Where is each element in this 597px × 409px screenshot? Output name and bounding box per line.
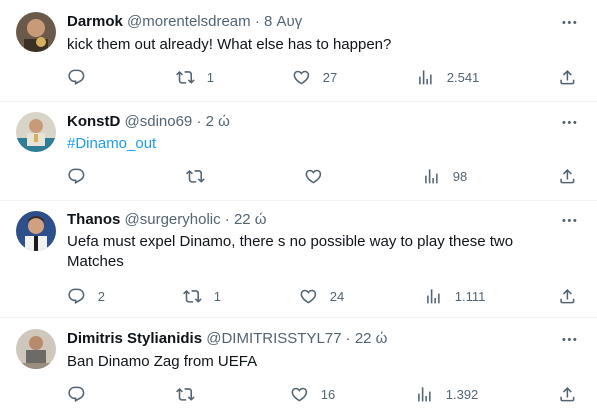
retweet-count: 1 (213, 288, 221, 304)
timestamp[interactable]: 2 ώ (206, 113, 230, 130)
like-count: 24 (329, 288, 345, 304)
views-count: 1.392 (445, 386, 479, 402)
display-name[interactable]: KonstD (67, 113, 120, 130)
reply-button[interactable] (67, 67, 98, 87)
display-name[interactable]: Thanos (67, 211, 120, 228)
retweet-button[interactable]: 1 (183, 286, 221, 306)
tweet-header: Thanos @surgeryholic · 22 ώ (67, 210, 267, 230)
reply-icon (67, 68, 86, 87)
tweet-text: Ban Dinamo Zag from UEFA (67, 353, 258, 370)
views-count: 1.111 (454, 288, 486, 304)
like-count: 27 (322, 69, 338, 85)
tweet[interactable]: Thanos @surgeryholic · 22 ώ Uefa must ex… (0, 201, 597, 318)
share-button[interactable] (558, 286, 577, 306)
reply-icon (67, 385, 86, 404)
tweet[interactable]: Dimitris Stylianidis @DIMITRISSTYL77 · 2… (0, 318, 597, 409)
avatar[interactable] (16, 12, 56, 52)
timestamp[interactable]: 22 ώ (355, 330, 388, 347)
reply-button[interactable] (67, 166, 98, 186)
views-icon (422, 167, 441, 186)
tweet-header: Darmok @morentelsdream · 8 Αυγ (67, 12, 302, 32)
timestamp[interactable]: 8 Αυγ (264, 13, 302, 30)
share-icon (558, 68, 577, 87)
views-count: 2.541 (446, 69, 480, 85)
tweet-text: kick them out already! What else has to … (67, 36, 392, 53)
separator-dot: · (254, 13, 260, 30)
like-icon (299, 287, 318, 306)
more-icon[interactable] (559, 12, 579, 32)
reply-icon (67, 287, 86, 306)
share-button[interactable] (558, 166, 577, 186)
share-button[interactable] (558, 67, 577, 87)
retweet-button[interactable] (176, 384, 207, 404)
views-button[interactable]: 98 (422, 166, 467, 186)
like-button[interactable] (304, 166, 335, 186)
tweet-text: Uefa must expel Dinamo, there s no possi… (67, 233, 514, 270)
like-icon (290, 385, 309, 404)
share-icon (558, 287, 577, 306)
separator-dot: · (196, 113, 202, 130)
timestamp[interactable]: 22 ώ (234, 211, 267, 228)
reply-count: 2 (97, 288, 105, 304)
separator-dot: · (224, 211, 230, 228)
share-icon (558, 385, 577, 404)
like-icon (304, 167, 323, 186)
share-icon (558, 167, 577, 186)
views-icon (415, 385, 434, 404)
hashtag-link[interactable]: #Dinamo_out (67, 134, 567, 154)
reply-button[interactable]: 2 (67, 286, 105, 306)
views-button[interactable]: 2.541 (416, 67, 479, 87)
retweet-icon (176, 68, 195, 87)
views-button[interactable]: 1.111 (424, 286, 485, 306)
display-name[interactable]: Darmok (67, 13, 123, 30)
like-button[interactable]: 16 (290, 384, 335, 404)
retweet-button[interactable]: 1 (176, 67, 214, 87)
tweet-header: KonstD @sdino69 · 2 ώ (67, 112, 230, 132)
like-button[interactable]: 24 (299, 286, 344, 306)
views-count: 98 (452, 168, 468, 184)
like-button[interactable]: 27 (292, 67, 337, 87)
views-icon (424, 287, 443, 306)
separator-dot: · (345, 330, 351, 347)
avatar[interactable] (16, 112, 56, 152)
more-icon[interactable] (559, 210, 579, 230)
user-handle[interactable]: @surgeryholic (125, 211, 221, 228)
like-icon (292, 68, 311, 87)
retweet-button[interactable] (186, 166, 217, 186)
user-handle[interactable]: @morentelsdream (127, 13, 251, 30)
retweet-icon (183, 287, 202, 306)
avatar[interactable] (16, 329, 56, 369)
more-icon[interactable] (559, 329, 579, 349)
user-handle[interactable]: @DIMITRISSTYL77 (206, 330, 341, 347)
retweet-icon (186, 167, 205, 186)
reply-icon (67, 167, 86, 186)
tweet[interactable]: Darmok @morentelsdream · 8 Αυγ kick them… (0, 0, 597, 102)
display-name[interactable]: Dimitris Stylianidis (67, 330, 202, 347)
like-count: 16 (320, 386, 336, 402)
tweet-header: Dimitris Stylianidis @DIMITRISSTYL77 · 2… (67, 329, 387, 349)
avatar[interactable] (16, 211, 56, 251)
views-button[interactable]: 1.392 (415, 384, 478, 404)
share-button[interactable] (558, 384, 577, 404)
retweet-icon (176, 385, 195, 404)
reply-button[interactable] (67, 384, 98, 404)
tweet[interactable]: KonstD @sdino69 · 2 ώ #Dinamo_out 98 (0, 102, 597, 201)
more-icon[interactable] (559, 112, 579, 132)
user-handle[interactable]: @sdino69 (125, 113, 193, 130)
views-icon (416, 68, 435, 87)
retweet-count: 1 (206, 69, 214, 85)
